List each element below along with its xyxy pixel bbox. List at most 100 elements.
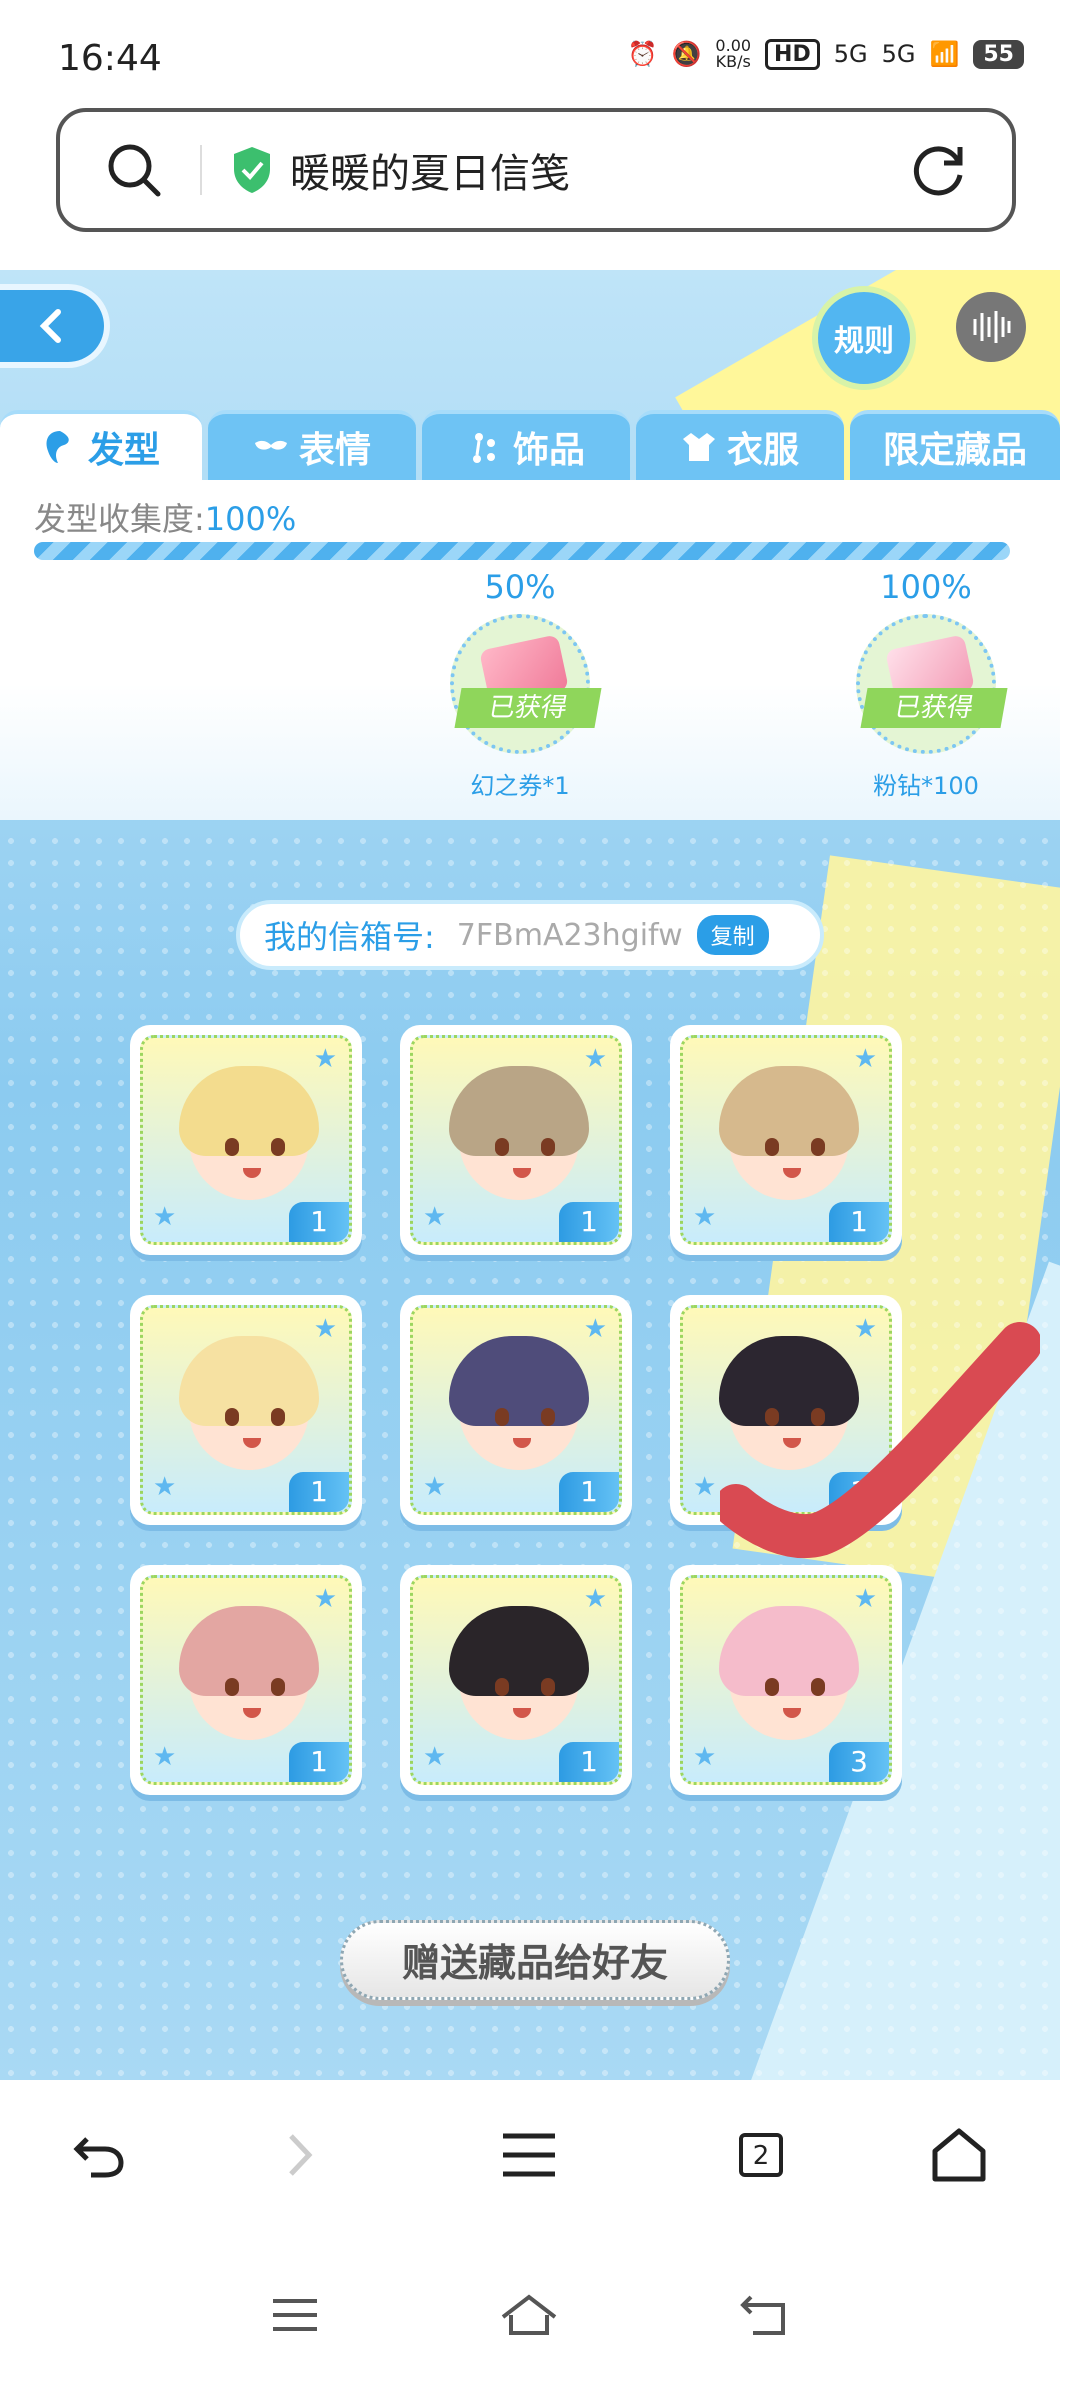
star-icon: ★ bbox=[693, 1472, 717, 1502]
hairstyle-item[interactable]: ★ ★ 3 bbox=[670, 1565, 902, 1795]
reload-icon[interactable] bbox=[910, 141, 968, 199]
browser-back-button[interactable] bbox=[64, 2120, 134, 2190]
wifi-icon: 📶 bbox=[929, 40, 960, 68]
avatar-eye bbox=[541, 1678, 555, 1696]
hair-shape bbox=[719, 1336, 859, 1426]
milestone-50[interactable]: 50% 已获得 幻之券*1 bbox=[440, 568, 602, 801]
avatar-eye bbox=[811, 1408, 825, 1426]
hairstyle-item[interactable]: ★ ★ 1 bbox=[130, 1295, 362, 1525]
tab-expression[interactable]: 表情 bbox=[208, 410, 416, 480]
tab-count: 2 bbox=[739, 2133, 783, 2177]
earring-icon bbox=[472, 433, 495, 463]
browser-menu-button[interactable] bbox=[494, 2120, 564, 2190]
tab-hairstyle[interactable]: 发型 bbox=[0, 410, 202, 480]
hairstyle-item[interactable]: ★ ★ 1 bbox=[400, 1295, 632, 1525]
hairstyle-item[interactable]: ★ ★ 1 bbox=[670, 1295, 902, 1525]
hair-shape bbox=[719, 1066, 859, 1156]
gift-button[interactable]: 赠送藏品给好友 bbox=[340, 1920, 730, 2000]
star-icon: ★ bbox=[853, 1044, 877, 1074]
browser-toolbar: 2 bbox=[0, 2080, 1080, 2240]
mask-icon bbox=[254, 440, 287, 450]
collection-progress-bar bbox=[34, 542, 1010, 560]
home-icon bbox=[932, 2128, 986, 2182]
browser-home-button[interactable] bbox=[924, 2120, 994, 2190]
sound-button[interactable] bbox=[956, 292, 1026, 362]
menu-icon bbox=[273, 2299, 317, 2331]
star-icon: ★ bbox=[423, 1742, 447, 1772]
tab-accessory[interactable]: 饰品 bbox=[422, 410, 630, 480]
avatar-eye bbox=[495, 1138, 509, 1156]
hairstyle-item[interactable]: ★ ★ 1 bbox=[400, 1565, 632, 1795]
milestone-medal: 已获得 bbox=[450, 614, 602, 754]
collection-label: 发型收集度:100% bbox=[34, 500, 297, 538]
tab-limited[interactable]: 限定藏品 bbox=[850, 410, 1060, 480]
system-recents-button[interactable] bbox=[260, 2280, 330, 2350]
undo-arrow-icon bbox=[73, 2137, 124, 2178]
hairstyle-item[interactable]: ★ ★ 1 bbox=[130, 1565, 362, 1795]
mailbox-id: 我的信箱号: 7FBmA23hgifw 复制 bbox=[236, 900, 824, 970]
star-icon: ★ bbox=[423, 1202, 447, 1232]
system-back-button[interactable] bbox=[730, 2280, 800, 2350]
hair-shape bbox=[449, 1066, 589, 1156]
back-arrow-icon bbox=[740, 2295, 785, 2335]
signal-5g-2: 5G bbox=[881, 40, 916, 68]
avatar-eye bbox=[225, 1678, 239, 1696]
search-icon[interactable] bbox=[104, 140, 164, 200]
system-nav-bar bbox=[0, 2240, 1080, 2400]
home-icon bbox=[501, 2294, 557, 2335]
browser-tabs-button[interactable]: 2 bbox=[726, 2120, 796, 2190]
hd-icon: HD bbox=[765, 38, 820, 70]
star-icon: ★ bbox=[313, 1584, 337, 1614]
chevron-left-icon bbox=[39, 309, 61, 343]
page-title: 暖暖的夏日信笺 bbox=[290, 151, 570, 197]
hair-shape bbox=[179, 1066, 319, 1156]
hairstyle-item[interactable]: ★ ★ 1 bbox=[130, 1025, 362, 1255]
rules-button[interactable]: 规则 bbox=[812, 286, 916, 390]
star-icon: ★ bbox=[313, 1044, 337, 1074]
star-icon: ★ bbox=[153, 1742, 177, 1772]
hair-shape bbox=[179, 1606, 319, 1696]
clock: 16:44 bbox=[58, 38, 162, 79]
hairstyle-item[interactable]: ★ ★ 1 bbox=[400, 1025, 632, 1255]
menu-icon bbox=[503, 2133, 555, 2177]
url-bar[interactable]: 暖暖的夏日信笺 bbox=[56, 108, 1016, 232]
star-icon: ★ bbox=[693, 1742, 717, 1772]
hairstyle-item[interactable]: ★ ★ 1 bbox=[670, 1025, 902, 1255]
net-speed: 0.00 KB/s bbox=[715, 36, 752, 71]
status-icons: ⏰ 🔕 0.00 KB/s HD 5G 5G 📶 55 bbox=[628, 38, 1024, 70]
hair-shape bbox=[719, 1606, 859, 1696]
url-divider bbox=[200, 145, 202, 195]
star-icon: ★ bbox=[583, 1584, 607, 1614]
item-count: 1 bbox=[829, 1472, 889, 1512]
secure-shield-icon bbox=[234, 147, 270, 193]
star-icon: ★ bbox=[693, 1202, 717, 1232]
item-frame: ★ ★ 1 bbox=[140, 1575, 352, 1785]
star-icon: ★ bbox=[853, 1314, 877, 1344]
item-frame: ★ ★ 1 bbox=[410, 1035, 622, 1245]
item-count: 1 bbox=[559, 1202, 619, 1242]
avatar-eye bbox=[271, 1138, 285, 1156]
copy-button[interactable]: 复制 bbox=[696, 915, 769, 955]
item-count: 1 bbox=[289, 1742, 349, 1782]
milestone-medal: 已获得 bbox=[856, 614, 1008, 754]
browser-forward-button[interactable] bbox=[264, 2120, 334, 2190]
item-frame: ★ ★ 1 bbox=[140, 1305, 352, 1515]
chevron-right-icon bbox=[289, 2134, 313, 2176]
star-icon: ★ bbox=[853, 1584, 877, 1614]
signal-5g-1: 5G bbox=[833, 40, 868, 68]
back-button[interactable] bbox=[0, 290, 104, 362]
alarm-icon: ⏰ bbox=[627, 40, 658, 68]
status-bar: 16:44 ⏰ 🔕 0.00 KB/s HD 5G 5G 📶 55 bbox=[0, 0, 1080, 100]
clothes-icon bbox=[682, 433, 715, 461]
hair-icon bbox=[46, 431, 69, 463]
item-frame: ★ ★ 1 bbox=[680, 1305, 892, 1515]
tab-clothes[interactable]: 衣服 bbox=[636, 410, 844, 480]
mute-icon: 🔕 bbox=[671, 40, 702, 68]
avatar-eye bbox=[765, 1408, 779, 1426]
avatar-eye bbox=[765, 1138, 779, 1156]
item-count: 1 bbox=[829, 1202, 889, 1242]
sound-wave-icon bbox=[973, 311, 1011, 343]
milestone-100[interactable]: 100% 已获得 粉钻*100 bbox=[846, 568, 1008, 801]
system-home-button[interactable] bbox=[494, 2280, 564, 2350]
avatar-eye bbox=[765, 1678, 779, 1696]
